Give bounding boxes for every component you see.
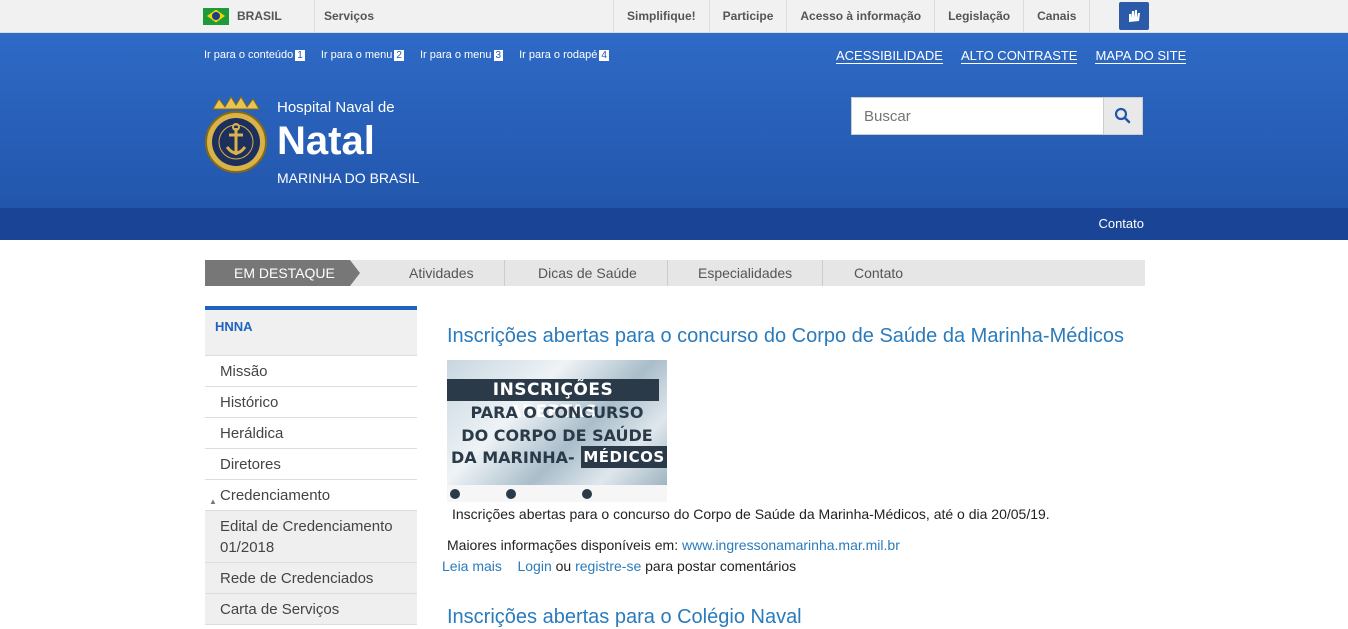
mapa-do-site-link[interactable]: MAPA DO SITE: [1095, 48, 1187, 64]
read-more-link[interactable]: Leia mais: [442, 558, 502, 574]
expand-triangle-icon: ▲: [209, 497, 217, 506]
login-link[interactable]: Login: [517, 558, 551, 574]
sidebar-subitem-edital[interactable]: Edital de Credenciamento 01/2018: [205, 511, 417, 563]
gov-links: Simplifique! Participe Acesso à informaç…: [613, 0, 1091, 32]
servicos-link[interactable]: Serviços: [310, 0, 374, 32]
post-more-info: Maiores informações disponíveis em: www.…: [447, 537, 900, 553]
vlibras-hands-icon[interactable]: [1119, 2, 1149, 30]
more-info-link[interactable]: www.ingressonamarinha.mar.mil.br: [682, 537, 900, 553]
banner-line-2: PARA O CONCURSO: [470, 403, 644, 422]
sidebar: HNNA Missão Histórico Heráldica Diretore…: [205, 306, 417, 625]
main-menu: EM DESTAQUE Atividades Dicas de Saúde Es…: [205, 260, 1145, 286]
banner-line-4b: MÉDICOS: [581, 446, 667, 468]
search-icon: [1114, 107, 1131, 124]
tab-dicas-de-saude[interactable]: Dicas de Saúde: [508, 260, 668, 286]
sidebar-item-diretores[interactable]: Diretores: [205, 449, 417, 480]
skip-links: Ir para o conteúdo 1 Ir para o menu 2 Ir p…: [204, 49, 625, 61]
banner-line-4a: DA MARINHA-: [451, 448, 575, 467]
tab-em-destaque[interactable]: EM DESTAQUE: [205, 260, 360, 286]
skip-to-menu-2[interactable]: Ir para o menu 3: [420, 49, 504, 61]
post-body: Inscrições abertas para o concurso do Co…: [452, 506, 1050, 522]
sidebar-item-label: Credenciamento: [220, 487, 331, 504]
sidebar-item-heraldica[interactable]: Heráldica: [205, 418, 417, 449]
participe-link[interactable]: Participe: [708, 0, 787, 32]
brasil-label: BRASIL: [237, 9, 282, 23]
sidebar-item-historico[interactable]: Histórico: [205, 387, 417, 418]
post-banner-image[interactable]: INSCRIÇÕES ABERTAS PARA O CONCURSO DO CO…: [447, 360, 667, 502]
acesso-informacao-link[interactable]: Acesso à informação: [786, 0, 934, 32]
post-title[interactable]: Inscrições abertas para o concurso do Co…: [447, 325, 1124, 348]
brasil-link[interactable]: BRASIL: [203, 0, 315, 32]
search-box: [851, 97, 1143, 135]
site-subtitle: MARINHA DO BRASIL: [277, 170, 420, 186]
simplifique-link[interactable]: Simplifique!: [613, 0, 709, 32]
tab-atividades[interactable]: Atividades: [379, 260, 505, 286]
sidebar-subitem-rede[interactable]: Rede de Credenciados: [205, 563, 417, 594]
gov-bar: BRASIL Serviços Simplifique! Participe A…: [0, 0, 1348, 33]
post-links: Leia mais Login ou registre-se para post…: [442, 558, 796, 574]
more-info-label: Maiores informações disponíveis em:: [447, 537, 679, 553]
register-link[interactable]: registre-se: [575, 558, 641, 574]
banner-line-3: DO CORPO DE SAÚDE: [461, 426, 653, 445]
contato-link[interactable]: Contato: [1098, 216, 1144, 231]
site-title[interactable]: Natal: [277, 119, 375, 164]
acessibilidade-link[interactable]: ACESSIBILIDADE: [836, 48, 943, 64]
site-header: Ir para o conteúdo 1 Ir para o menu 2 Ir p…: [0, 33, 1348, 208]
sidebar-item-credenciamento[interactable]: ▲ Credenciamento: [205, 480, 417, 511]
skip-to-content[interactable]: Ir para o conteúdo 1: [204, 49, 305, 61]
sidebar-subitem-carta[interactable]: Carta de Serviços: [205, 594, 417, 625]
contact-bar: Contato: [0, 208, 1348, 240]
legislacao-link[interactable]: Legislação: [934, 0, 1023, 32]
site-prefix: Hospital Naval de: [277, 99, 395, 116]
accessibility-links: ACESSIBILIDADE ALTO CONTRASTE MAPA DO SI…: [836, 48, 1187, 64]
email-icon: [506, 489, 516, 499]
sidebar-item-missao[interactable]: Missão: [205, 356, 417, 387]
or-text: ou: [555, 558, 572, 574]
comments-text: para postar comentários: [645, 558, 797, 574]
web-icon: [582, 489, 592, 499]
skip-to-menu[interactable]: Ir para o menu 2: [321, 49, 404, 61]
brazil-flag-icon: [203, 7, 229, 25]
marinha-logo[interactable]: [205, 95, 267, 181]
banner-footer: [447, 486, 667, 502]
sidebar-title[interactable]: HNNA: [205, 310, 417, 356]
alto-contraste-link[interactable]: ALTO CONTRASTE: [960, 48, 1078, 64]
search-button[interactable]: [1103, 98, 1142, 134]
tab-contato[interactable]: Contato: [824, 260, 933, 286]
post-2-title[interactable]: Inscrições abertas para o Colégio Naval: [447, 606, 802, 629]
facebook-icon: [450, 489, 460, 499]
skip-to-footer[interactable]: Ir para o rodapé 4: [519, 49, 609, 61]
search-input[interactable]: [852, 98, 1102, 134]
canais-link[interactable]: Canais: [1023, 0, 1091, 32]
banner-line-1: INSCRIÇÕES ABERTAS: [447, 379, 659, 422]
tab-especialidades[interactable]: Especialidades: [668, 260, 824, 286]
